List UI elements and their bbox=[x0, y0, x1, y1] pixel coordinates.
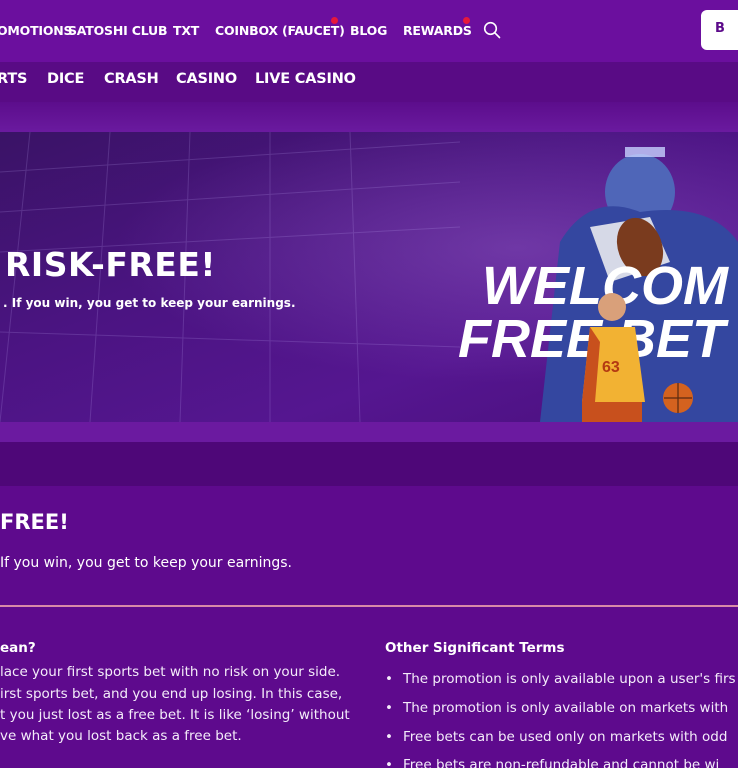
tab-sports[interactable]: RTS bbox=[0, 71, 27, 87]
term-item: • Free bets are non-refundable and cannot… bbox=[385, 757, 719, 768]
left-column-heading: ean? bbox=[0, 640, 36, 656]
left-paragraph-line: t you just lost as a free bet. It is lik… bbox=[0, 707, 350, 723]
hero-title: RISK-FREE! bbox=[5, 245, 216, 284]
bullet-icon: • bbox=[385, 700, 393, 716]
top-nav: OMOTIONS SATOSHI CLUB TXT COINBOX (FAUCE… bbox=[0, 0, 738, 62]
tab-casino[interactable]: CASINO bbox=[176, 71, 237, 87]
nav-item-satoshi-club[interactable]: SATOSHI CLUB bbox=[68, 23, 167, 38]
bitcoin-icon: B bbox=[715, 21, 725, 36]
section-divider bbox=[0, 605, 738, 607]
category-nav: RTS DICE CRASH CASINO LIVE CASINO bbox=[0, 62, 738, 102]
hero-bottom-strip bbox=[0, 422, 738, 442]
coinbox-notification-dot bbox=[331, 17, 338, 24]
bitcoin-button[interactable]: B bbox=[701, 10, 738, 50]
right-column-heading: Other Significant Terms bbox=[385, 640, 565, 656]
bullet-icon: • bbox=[385, 671, 393, 687]
promo-content bbox=[0, 486, 738, 768]
search-icon[interactable] bbox=[483, 21, 501, 39]
nav-item-promotions[interactable]: OMOTIONS bbox=[0, 23, 73, 38]
term-item: • The promotion is only available upon a … bbox=[385, 671, 736, 687]
left-paragraph-line: irst sports bet, and you end up losing. … bbox=[0, 686, 343, 702]
nav-item-txt[interactable]: TXT bbox=[173, 23, 199, 38]
left-paragraph-line: lace your first sports bet with no risk … bbox=[0, 664, 341, 680]
tab-live-casino[interactable]: LIVE CASINO bbox=[255, 71, 356, 87]
left-paragraph-line: ve what you lost back as a free bet. bbox=[0, 728, 242, 744]
section-band bbox=[0, 442, 738, 486]
promo-title: FREE! bbox=[0, 510, 69, 534]
term-item: • Free bets can be used only on markets w… bbox=[385, 729, 727, 745]
bullet-icon: • bbox=[385, 729, 393, 745]
nav-item-blog[interactable]: BLOG bbox=[350, 23, 387, 38]
term-text: Free bets can be used only on markets wi… bbox=[403, 729, 728, 745]
nav-item-coinbox[interactable]: COINBOX (FAUCET) bbox=[215, 23, 345, 38]
rewards-notification-dot bbox=[463, 17, 470, 24]
nav-item-rewards[interactable]: REWARDS bbox=[403, 23, 472, 38]
bullet-icon: • bbox=[385, 757, 393, 768]
term-text: The promotion is only available upon a u… bbox=[403, 671, 736, 687]
hero-top-strip bbox=[0, 102, 738, 132]
term-item: • The promotion is only available on mark… bbox=[385, 700, 728, 716]
tab-crash[interactable]: CRASH bbox=[104, 71, 159, 87]
promo-subtitle: If you win, you get to keep your earning… bbox=[0, 555, 292, 571]
term-text: The promotion is only available on marke… bbox=[403, 700, 729, 716]
hero-subtitle: . If you win, you get to keep your earni… bbox=[3, 296, 296, 310]
welcome-free-bet-artwork: WELCOM FREE BET 63 bbox=[458, 147, 738, 422]
tab-dice[interactable]: DICE bbox=[47, 71, 84, 87]
jersey-number: 63 bbox=[602, 359, 620, 376]
term-text: Free bets are non-refundable and cannot … bbox=[403, 757, 720, 768]
